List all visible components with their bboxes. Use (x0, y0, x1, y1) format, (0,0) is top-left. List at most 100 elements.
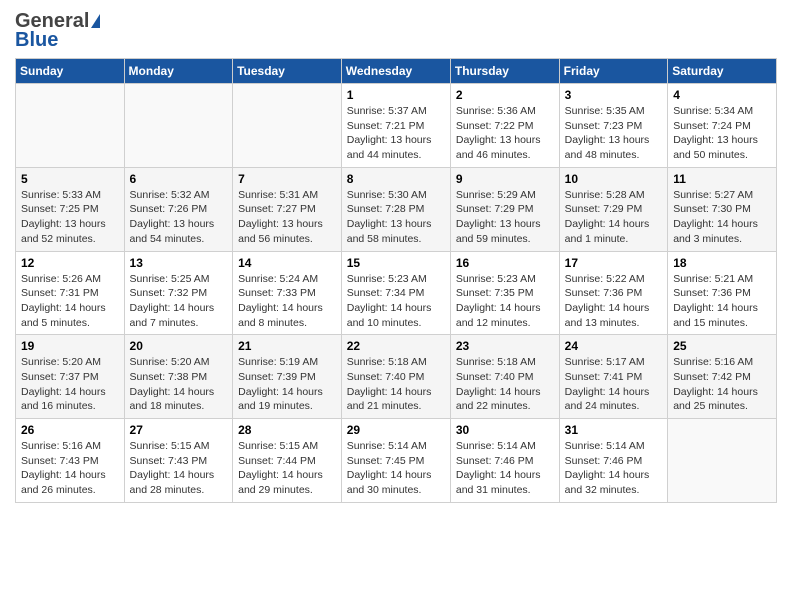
calendar-cell: 4 Sunrise: 5:34 AMSunset: 7:24 PMDaylight… (668, 84, 777, 168)
day-info: Sunrise: 5:14 AMSunset: 7:46 PMDaylight:… (456, 439, 554, 498)
day-number: 14 (238, 256, 336, 270)
calendar-cell: 1 Sunrise: 5:37 AMSunset: 7:21 PMDaylight… (341, 84, 450, 168)
calendar-cell: 24 Sunrise: 5:17 AMSunset: 7:41 PMDayligh… (559, 335, 668, 419)
day-info: Sunrise: 5:15 AMSunset: 7:44 PMDaylight:… (238, 439, 336, 498)
day-number: 9 (456, 172, 554, 186)
day-info: Sunrise: 5:17 AMSunset: 7:41 PMDaylight:… (565, 355, 663, 414)
calendar-week-3: 12 Sunrise: 5:26 AMSunset: 7:31 PMDayligh… (16, 251, 777, 335)
day-info: Sunrise: 5:35 AMSunset: 7:23 PMDaylight:… (565, 104, 663, 163)
day-info: Sunrise: 5:16 AMSunset: 7:42 PMDaylight:… (673, 355, 771, 414)
calendar-cell: 29 Sunrise: 5:14 AMSunset: 7:45 PMDayligh… (341, 419, 450, 503)
day-number: 27 (130, 423, 228, 437)
day-info: Sunrise: 5:18 AMSunset: 7:40 PMDaylight:… (456, 355, 554, 414)
day-header-sunday: Sunday (16, 59, 125, 84)
calendar-header-row: SundayMondayTuesdayWednesdayThursdayFrid… (16, 59, 777, 84)
day-info: Sunrise: 5:22 AMSunset: 7:36 PMDaylight:… (565, 272, 663, 331)
day-info: Sunrise: 5:15 AMSunset: 7:43 PMDaylight:… (130, 439, 228, 498)
day-info: Sunrise: 5:30 AMSunset: 7:28 PMDaylight:… (347, 188, 445, 247)
day-info: Sunrise: 5:19 AMSunset: 7:39 PMDaylight:… (238, 355, 336, 414)
calendar-week-1: 1 Sunrise: 5:37 AMSunset: 7:21 PMDaylight… (16, 84, 777, 168)
day-number: 26 (21, 423, 119, 437)
calendar-cell: 16 Sunrise: 5:23 AMSunset: 7:35 PMDayligh… (450, 251, 559, 335)
calendar-cell: 14 Sunrise: 5:24 AMSunset: 7:33 PMDayligh… (233, 251, 342, 335)
day-number: 22 (347, 339, 445, 353)
day-number: 19 (21, 339, 119, 353)
day-info: Sunrise: 5:18 AMSunset: 7:40 PMDaylight:… (347, 355, 445, 414)
day-header-friday: Friday (559, 59, 668, 84)
day-number: 25 (673, 339, 771, 353)
calendar-cell: 17 Sunrise: 5:22 AMSunset: 7:36 PMDayligh… (559, 251, 668, 335)
calendar-week-5: 26 Sunrise: 5:16 AMSunset: 7:43 PMDayligh… (16, 419, 777, 503)
day-header-wednesday: Wednesday (341, 59, 450, 84)
calendar-week-4: 19 Sunrise: 5:20 AMSunset: 7:37 PMDayligh… (16, 335, 777, 419)
calendar-cell: 18 Sunrise: 5:21 AMSunset: 7:36 PMDayligh… (668, 251, 777, 335)
day-header-thursday: Thursday (450, 59, 559, 84)
calendar-cell: 31Sunrise: 5:14 AMSunset: 7:46 PMDayligh… (559, 419, 668, 503)
day-info: Sunrise: 5:26 AMSunset: 7:31 PMDaylight:… (21, 272, 119, 331)
day-info: Sunrise: 5:20 AMSunset: 7:38 PMDaylight:… (130, 355, 228, 414)
day-info: Sunrise: 5:21 AMSunset: 7:36 PMDaylight:… (673, 272, 771, 331)
day-number: 15 (347, 256, 445, 270)
day-info: Sunrise: 5:34 AMSunset: 7:24 PMDaylight:… (673, 104, 771, 163)
calendar-cell: 6Sunrise: 5:32 AMSunset: 7:26 PMDaylight… (124, 167, 233, 251)
calendar-cell: 19 Sunrise: 5:20 AMSunset: 7:37 PMDayligh… (16, 335, 125, 419)
day-info: Sunrise: 5:31 AMSunset: 7:27 PMDaylight:… (238, 188, 336, 247)
day-info: Sunrise: 5:37 AMSunset: 7:21 PMDaylight:… (347, 104, 445, 163)
day-info: Sunrise: 5:25 AMSunset: 7:32 PMDaylight:… (130, 272, 228, 331)
day-number: 24 (565, 339, 663, 353)
day-info: Sunrise: 5:36 AMSunset: 7:22 PMDaylight:… (456, 104, 554, 163)
day-number: 16 (456, 256, 554, 270)
day-number: 17 (565, 256, 663, 270)
day-info: Sunrise: 5:16 AMSunset: 7:43 PMDaylight:… (21, 439, 119, 498)
calendar-cell: 15Sunrise: 5:23 AMSunset: 7:34 PMDayligh… (341, 251, 450, 335)
calendar-cell: 23 Sunrise: 5:18 AMSunset: 7:40 PMDayligh… (450, 335, 559, 419)
day-header-tuesday: Tuesday (233, 59, 342, 84)
calendar-week-2: 5 Sunrise: 5:33 AMSunset: 7:25 PMDaylight… (16, 167, 777, 251)
calendar-cell: 13 Sunrise: 5:25 AMSunset: 7:32 PMDayligh… (124, 251, 233, 335)
day-number: 1 (347, 88, 445, 102)
day-info: Sunrise: 5:14 AMSunset: 7:45 PMDaylight:… (347, 439, 445, 498)
calendar-cell: 10Sunrise: 5:28 AMSunset: 7:29 PMDayligh… (559, 167, 668, 251)
day-number: 20 (130, 339, 228, 353)
day-info: Sunrise: 5:20 AMSunset: 7:37 PMDaylight:… (21, 355, 119, 414)
calendar-cell: 20 Sunrise: 5:20 AMSunset: 7:38 PMDayligh… (124, 335, 233, 419)
calendar-cell: 28 Sunrise: 5:15 AMSunset: 7:44 PMDayligh… (233, 419, 342, 503)
day-number: 4 (673, 88, 771, 102)
day-number: 11 (673, 172, 771, 186)
logo-blue: Blue (15, 29, 58, 52)
page-header: General Blue (15, 10, 777, 52)
day-number: 12 (21, 256, 119, 270)
day-info: Sunrise: 5:29 AMSunset: 7:29 PMDaylight:… (456, 188, 554, 247)
calendar-cell: 5 Sunrise: 5:33 AMSunset: 7:25 PMDaylight… (16, 167, 125, 251)
day-number: 3 (565, 88, 663, 102)
calendar-cell (124, 84, 233, 168)
calendar-cell: 8Sunrise: 5:30 AMSunset: 7:28 PMDaylight… (341, 167, 450, 251)
calendar-cell: 30 Sunrise: 5:14 AMSunset: 7:46 PMDayligh… (450, 419, 559, 503)
day-number: 31 (565, 423, 663, 437)
day-number: 18 (673, 256, 771, 270)
calendar-cell: 25 Sunrise: 5:16 AMSunset: 7:42 PMDayligh… (668, 335, 777, 419)
day-number: 29 (347, 423, 445, 437)
calendar-cell: 27 Sunrise: 5:15 AMSunset: 7:43 PMDayligh… (124, 419, 233, 503)
day-number: 10 (565, 172, 663, 186)
logo: General Blue (15, 10, 100, 52)
day-info: Sunrise: 5:24 AMSunset: 7:33 PMDaylight:… (238, 272, 336, 331)
calendar-cell: 21 Sunrise: 5:19 AMSunset: 7:39 PMDayligh… (233, 335, 342, 419)
day-number: 30 (456, 423, 554, 437)
day-number: 21 (238, 339, 336, 353)
calendar-cell: 7Sunrise: 5:31 AMSunset: 7:27 PMDaylight… (233, 167, 342, 251)
day-info: Sunrise: 5:23 AMSunset: 7:35 PMDaylight:… (456, 272, 554, 331)
day-number: 28 (238, 423, 336, 437)
calendar-cell: 2Sunrise: 5:36 AMSunset: 7:22 PMDaylight… (450, 84, 559, 168)
calendar-cell: 9 Sunrise: 5:29 AMSunset: 7:29 PMDaylight… (450, 167, 559, 251)
day-number: 23 (456, 339, 554, 353)
day-number: 13 (130, 256, 228, 270)
calendar-cell (16, 84, 125, 168)
calendar-cell: 3 Sunrise: 5:35 AMSunset: 7:23 PMDaylight… (559, 84, 668, 168)
day-info: Sunrise: 5:33 AMSunset: 7:25 PMDaylight:… (21, 188, 119, 247)
logo-triangle (91, 14, 100, 28)
day-header-saturday: Saturday (668, 59, 777, 84)
calendar-cell (668, 419, 777, 503)
day-number: 5 (21, 172, 119, 186)
calendar-cell: 11Sunrise: 5:27 AMSunset: 7:30 PMDayligh… (668, 167, 777, 251)
